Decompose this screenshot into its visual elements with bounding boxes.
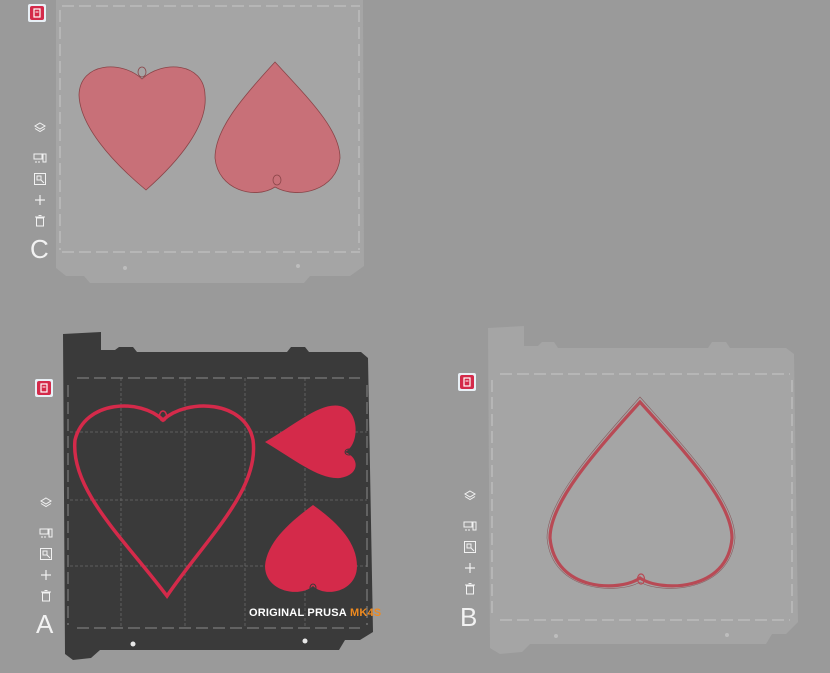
orient-icon[interactable] xyxy=(36,544,56,564)
orient-icon[interactable] xyxy=(30,169,50,189)
arrange-icon[interactable] xyxy=(30,148,50,168)
plate-c-badge[interactable] xyxy=(28,4,46,22)
layers-icon[interactable] xyxy=(30,118,50,138)
printer-model: MK4S xyxy=(349,607,382,619)
orient-icon[interactable] xyxy=(460,537,480,557)
plate-c-toolbar xyxy=(30,118,50,232)
plate-b[interactable] xyxy=(480,322,800,662)
plate-a-toolbar xyxy=(36,493,56,607)
delete-icon[interactable] xyxy=(30,211,50,231)
plate-b-letter: B xyxy=(460,602,478,632)
plate-c[interactable] xyxy=(50,0,370,290)
plate-b-toolbar xyxy=(460,486,480,600)
plate-a-badge[interactable] xyxy=(35,379,53,397)
arrange-icon[interactable] xyxy=(36,523,56,543)
plate-b-badge[interactable] xyxy=(458,373,476,391)
plate-b-bed xyxy=(488,326,798,654)
layers-icon[interactable] xyxy=(460,486,480,506)
plate-a-letter: A xyxy=(36,609,54,639)
delete-icon[interactable] xyxy=(460,579,480,599)
arrange-icon[interactable] xyxy=(460,516,480,536)
printer-label: ORIGINAL PRUSA MK4S xyxy=(249,607,381,619)
add-icon[interactable] xyxy=(36,565,56,585)
add-icon[interactable] xyxy=(30,190,50,210)
printer-brand: ORIGINAL PRUSA xyxy=(249,607,347,619)
delete-icon[interactable] xyxy=(36,586,56,606)
plate-c-letter: C xyxy=(30,234,49,264)
add-icon[interactable] xyxy=(460,558,480,578)
layers-icon[interactable] xyxy=(36,493,56,513)
